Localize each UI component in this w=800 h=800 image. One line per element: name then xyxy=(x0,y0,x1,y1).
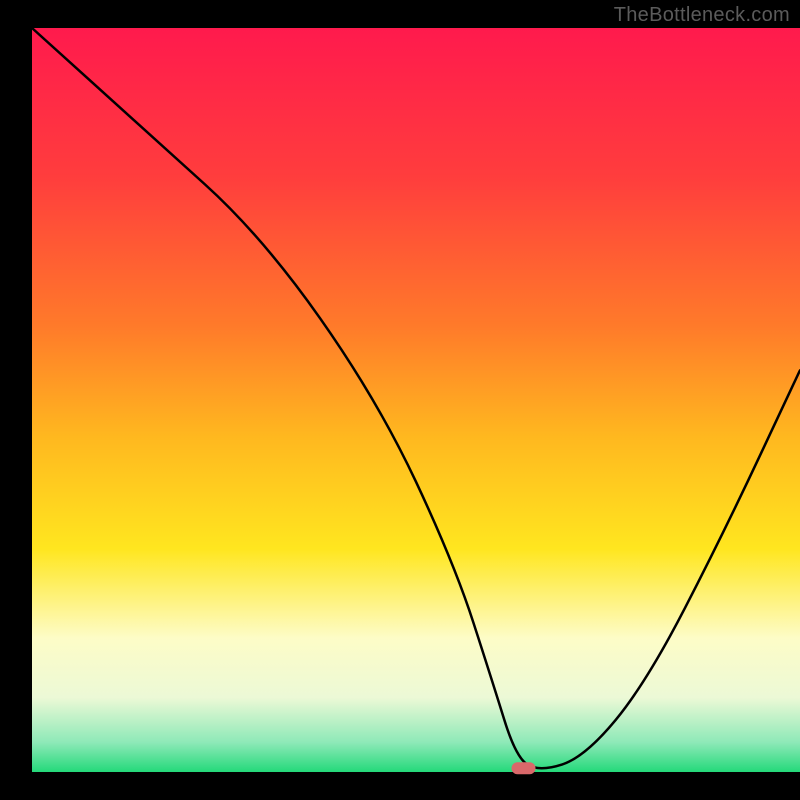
plot-background xyxy=(32,28,800,772)
optimal-marker xyxy=(512,762,536,774)
bottleneck-chart xyxy=(0,0,800,800)
attribution-label: TheBottleneck.com xyxy=(614,4,790,27)
chart-stage: TheBottleneck.com xyxy=(0,0,800,800)
